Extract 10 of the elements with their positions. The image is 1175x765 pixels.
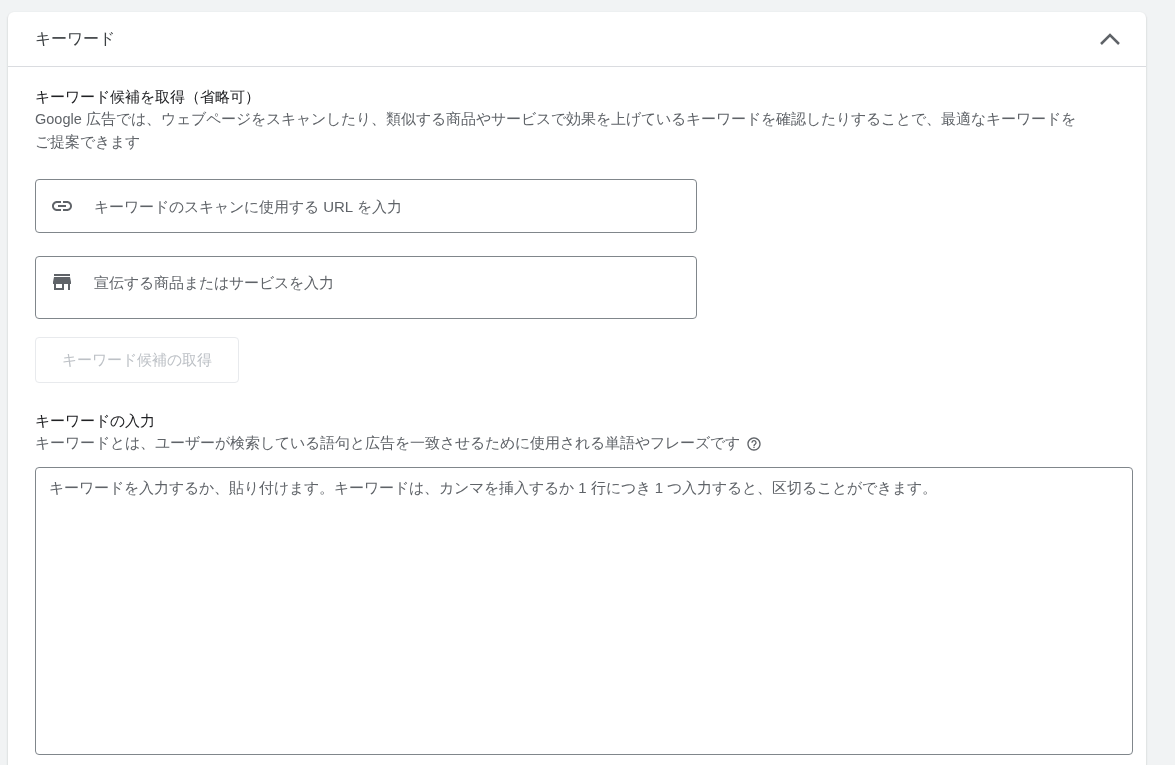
help-icon[interactable] bbox=[746, 435, 762, 452]
input-field[interactable]: キーワードのスキャンに使用する URL を入力 bbox=[35, 179, 697, 233]
panel-title: キーワード bbox=[35, 29, 115, 49]
chevron-icon bbox=[1099, 32, 1121, 46]
section-description: キーワードとは、ユーザーが検索している語句と広告を一致させるために使用される単語やフレーズです bbox=[35, 434, 740, 453]
section-description: Google 広告では、ウェブページをスキャンしたり、類似する商品やサービスで効果を上げているキーワードを確認したりすることで、最適なキーワードをご提案できます bbox=[35, 110, 1077, 152]
section-title: キーワード候補を取得（省略可） bbox=[35, 87, 261, 107]
keywords-field[interactable]: キーワードを入力するか、貼り付けます。キーワードは、カンマを挿入するか 1 行につき 1 つ入力すると、区切ることができます。 bbox=[35, 467, 1133, 755]
section-title: キーワードの入力 bbox=[35, 411, 156, 431]
input-field[interactable]: 宣伝する商品またはサービスを入力 bbox=[35, 256, 697, 319]
